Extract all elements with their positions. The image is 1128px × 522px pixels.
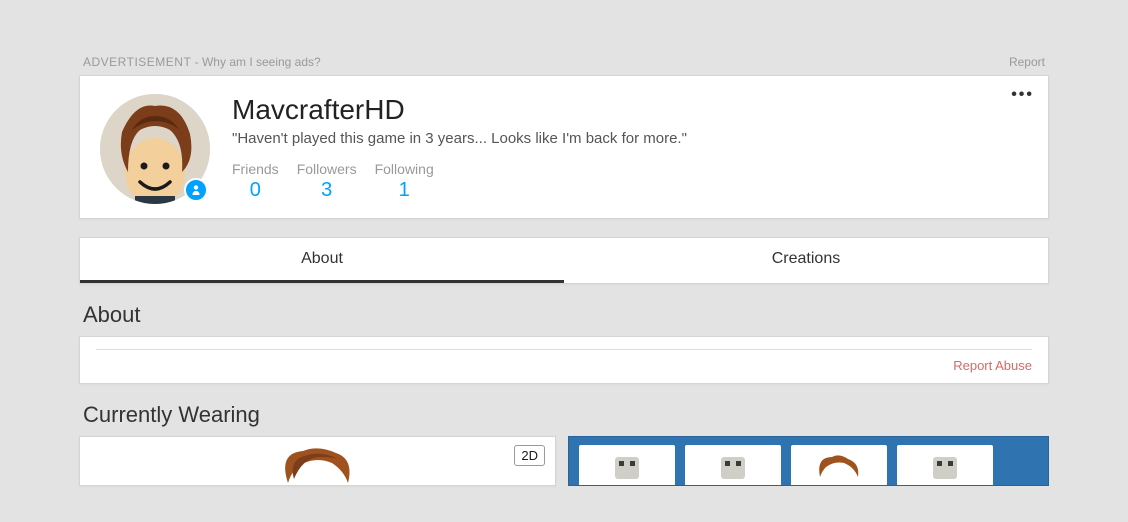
online-status-badge	[184, 178, 208, 202]
stat-label: Following	[375, 161, 434, 177]
avatar-viewer-card: 2D	[79, 436, 556, 486]
profile-tabs: About Creations	[79, 237, 1049, 284]
ad-bar: ADVERTISEMENT - Why am I seeing ads? Rep…	[79, 55, 1049, 75]
stat-following[interactable]: Following 1	[375, 161, 434, 202]
item-tile[interactable]	[685, 445, 781, 486]
report-abuse-link[interactable]: Report Abuse	[96, 358, 1032, 373]
ad-prefix: ADVERTISEMENT	[83, 55, 191, 69]
item-tile[interactable]	[579, 445, 675, 486]
stat-followers[interactable]: Followers 3	[297, 161, 357, 202]
profile-header-card: ••• MavcrafterHD "Haven't pl	[79, 75, 1049, 219]
about-section-title: About	[83, 302, 1049, 328]
tab-creations[interactable]: Creations	[564, 238, 1048, 283]
stat-value: 3	[297, 179, 357, 202]
toggle-2d-button[interactable]: 2D	[514, 445, 545, 466]
wearing-row: 2D	[79, 436, 1049, 504]
divider	[96, 349, 1032, 350]
stat-value: 0	[232, 179, 279, 202]
item-tile[interactable]	[791, 445, 887, 486]
stats-row: Friends 0 Followers 3 Following 1	[232, 161, 687, 202]
user-blurb: "Haven't played this game in 3 years... …	[232, 130, 687, 147]
stat-friends[interactable]: Friends 0	[232, 161, 279, 202]
about-card: Report Abuse	[79, 336, 1049, 384]
avatar-container	[100, 94, 210, 204]
more-options-icon[interactable]: •••	[1011, 86, 1034, 104]
stat-label: Friends	[232, 161, 279, 177]
stat-value: 1	[375, 179, 434, 202]
wearing-items-panel	[568, 436, 1049, 486]
tab-about[interactable]: About	[80, 238, 564, 283]
stat-label: Followers	[297, 161, 357, 177]
item-tile[interactable]	[897, 445, 993, 486]
avatar-hair-icon	[258, 443, 378, 486]
wearing-section-title: Currently Wearing	[83, 402, 1049, 428]
why-ads-link[interactable]: Why am I seeing ads?	[202, 55, 321, 69]
username: MavcrafterHD	[232, 94, 687, 126]
profile-info: MavcrafterHD "Haven't played this game i…	[232, 94, 687, 202]
ad-report-link[interactable]: Report	[1009, 55, 1045, 69]
